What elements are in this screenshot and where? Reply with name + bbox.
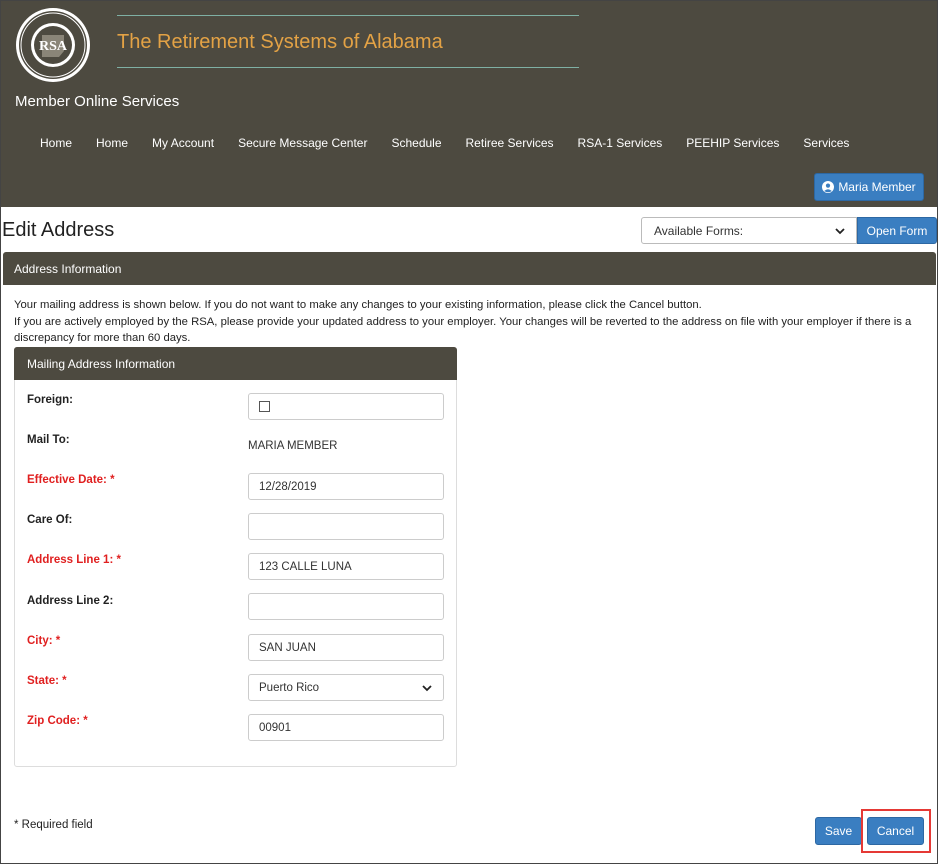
nav-item-services[interactable]: Services	[791, 135, 861, 153]
city-label: City: *	[27, 635, 61, 647]
city-input[interactable]: SAN JUAN	[248, 634, 444, 661]
nav-item-schedule[interactable]: Schedule	[379, 135, 453, 153]
nav-item-rsa1-services[interactable]: RSA-1 Services	[566, 135, 675, 153]
mailing-address-header: Mailing Address Information	[14, 347, 457, 380]
page-title: Edit Address	[2, 219, 115, 241]
nav-item-my-account[interactable]: My Account	[140, 135, 226, 153]
effective-date-value: 12/28/2019	[259, 480, 317, 493]
state-value: Puerto Rico	[259, 681, 320, 694]
main-nav: Home Home My Account Secure Message Cent…	[28, 135, 861, 153]
city-value: SAN JUAN	[259, 641, 316, 654]
nav-item-home[interactable]: Home	[28, 135, 84, 153]
card-title: Mailing Address Information	[27, 356, 176, 371]
intro-line-1: Your mailing address is shown below. If …	[14, 299, 702, 311]
state-label: State: *	[27, 675, 67, 687]
mail-to-value: MARIA MEMBER	[248, 440, 338, 452]
zip-code-input[interactable]: 00901	[248, 714, 444, 741]
address-line-2-label: Address Line 2:	[27, 595, 114, 607]
address-line-1-value: 123 CALLE LUNA	[259, 560, 352, 573]
user-circle-icon	[822, 181, 835, 193]
address-line-1-input[interactable]: 123 CALLE LUNA	[248, 553, 444, 580]
required-field-note: * Required field	[14, 819, 93, 831]
header-divider-bottom	[117, 67, 579, 68]
chevron-down-icon	[422, 685, 432, 692]
nav-item-peehip-services[interactable]: PEEHIP Services	[674, 135, 791, 153]
nav-item-secure-message-center[interactable]: Secure Message Center	[226, 135, 379, 153]
state-select[interactable]: Puerto Rico	[248, 674, 444, 701]
intro-line-2: If you are actively employed by the RSA,…	[14, 315, 912, 345]
effective-date-input[interactable]: 12/28/2019	[248, 473, 444, 500]
mail-to-label: Mail To:	[27, 434, 70, 446]
available-forms-select[interactable]: Available Forms:	[641, 217, 857, 244]
open-form-button[interactable]: Open Form	[857, 217, 937, 244]
effective-date-label: Effective Date: *	[27, 474, 115, 486]
site-header: RSA The Retirement Systems of Alabama Me…	[1, 1, 937, 207]
nav-item-retiree-services[interactable]: Retiree Services	[454, 135, 566, 153]
foreign-label: Foreign:	[27, 394, 73, 406]
svg-text:RSA: RSA	[39, 39, 68, 54]
chevron-down-icon	[835, 228, 845, 235]
foreign-field[interactable]	[248, 393, 444, 420]
address-information-header: Address Information	[3, 252, 936, 285]
foreign-checkbox[interactable]	[259, 401, 270, 412]
address-line-1-label: Address Line 1: *	[27, 554, 121, 566]
save-button[interactable]: Save	[815, 817, 862, 845]
available-forms-selected: Available Forms:	[654, 223, 744, 238]
app-title: Member Online Services	[15, 93, 180, 110]
cancel-button[interactable]: Cancel	[867, 817, 924, 845]
nav-item-home-2[interactable]: Home	[84, 135, 140, 153]
intro-text: Your mailing address is shown below. If …	[14, 297, 929, 347]
address-line-2-input[interactable]	[248, 593, 444, 620]
site-title: The Retirement Systems of Alabama	[117, 31, 443, 53]
panel-title: Address Information	[14, 261, 122, 276]
zip-code-label: Zip Code: *	[27, 715, 88, 727]
member-name: Maria Member	[838, 180, 916, 194]
rsa-seal-logo[interactable]: RSA	[15, 7, 91, 83]
header-divider-top	[117, 15, 579, 16]
care-of-label: Care Of:	[27, 514, 73, 526]
zip-code-value: 00901	[259, 721, 291, 734]
care-of-input[interactable]	[248, 513, 444, 540]
member-account-button[interactable]: Maria Member	[814, 173, 924, 201]
